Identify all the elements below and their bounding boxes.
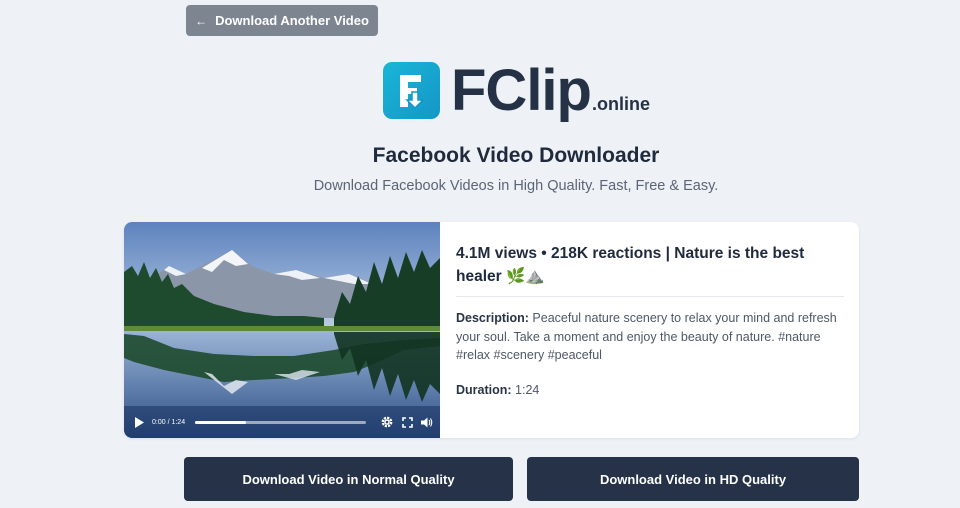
video-title: 4.1M views • 218K reactions | Nature is … (456, 245, 805, 285)
play-icon[interactable] (132, 415, 146, 429)
brand-name: FClip (451, 58, 592, 123)
divider (456, 296, 844, 297)
download-another-video-button[interactable]: ← Download Another Video (186, 5, 378, 36)
download-hd-quality-button[interactable]: Download Video in HD Quality (527, 457, 859, 501)
download-arrow-icon (383, 62, 440, 119)
video-info: 4.1M views • 218K reactions | Nature is … (456, 242, 846, 397)
download-normal-quality-button[interactable]: Download Video in Normal Quality (184, 457, 513, 501)
fullscreen-icon[interactable] (400, 415, 414, 429)
video-player[interactable]: 0:00 / 1:24 (124, 222, 440, 438)
video-controls: 0:00 / 1:24 (124, 406, 440, 438)
page-title: Facebook Video Downloader (372, 144, 660, 167)
back-button-label: Download Another Video (215, 13, 369, 28)
arrow-left-icon: ← (195, 13, 208, 28)
video-duration: Duration: 1:24 (456, 383, 846, 397)
brand-tld: .online (591, 94, 650, 114)
page: ← Download Another Video FClip .online F… (0, 0, 960, 508)
video-progress-bar[interactable] (195, 420, 366, 424)
page-subtitle: Download Facebook Videos in High Quality… (313, 178, 719, 194)
brand-logo[interactable]: FClip .online (383, 58, 650, 128)
settings-gear-icon[interactable] (380, 415, 394, 429)
description-label: Description: (456, 311, 529, 325)
duration-value: 1:24 (515, 382, 540, 397)
video-time: 0:00 / 1:24 (152, 418, 186, 426)
duration-label: Duration: (456, 382, 512, 397)
video-buffered-fill (195, 420, 247, 424)
video-card: 0:00 / 1:24 4.1M views • 218K reactions … (124, 222, 859, 438)
video-description: Description: Peaceful nature scenery to … (456, 309, 846, 365)
volume-icon[interactable] (420, 415, 434, 429)
